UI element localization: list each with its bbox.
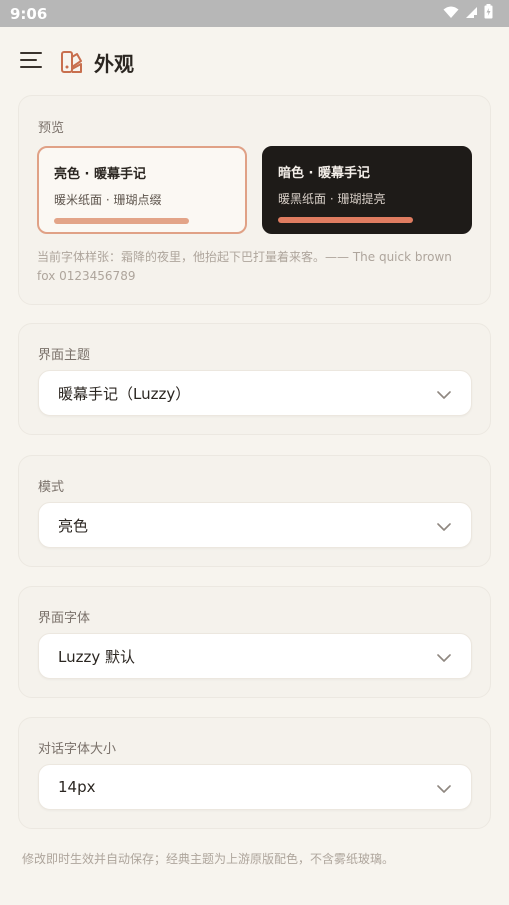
theme-label: 界面主题 — [38, 348, 91, 363]
mode-label: 模式 — [38, 480, 65, 495]
light-theme-preview[interactable]: 亮色 · 暖幕手记 暖米纸面 · 珊瑚点缀 — [37, 146, 247, 234]
mode-setting-card: 模式 亮色 — [18, 455, 491, 567]
ui-font-select-value: Luzzy 默认 — [58, 647, 135, 666]
theme-select[interactable]: 暖幕手记（Luzzy） — [38, 370, 472, 416]
footer-note: 修改即时生效并自动保存；经典主题为上游原版配色，不含雾纸玻璃。 — [22, 852, 395, 866]
status-icons — [443, 4, 493, 23]
light-preview-subtitle: 暖米纸面 · 珊瑚点缀 — [54, 193, 162, 207]
chat-font-size-select[interactable]: 14px — [38, 764, 472, 810]
wifi-icon — [443, 4, 459, 23]
mode-select[interactable]: 亮色 — [38, 502, 472, 548]
palette-icon — [60, 50, 84, 74]
ui-font-label: 界面字体 — [38, 611, 91, 626]
ui-font-setting-card: 界面字体 Luzzy 默认 — [18, 586, 491, 698]
ui-font-select[interactable]: Luzzy 默认 — [38, 633, 472, 679]
chevron-down-icon — [437, 647, 451, 666]
menu-button[interactable] — [20, 50, 44, 74]
theme-select-value: 暖幕手记（Luzzy） — [58, 384, 191, 403]
chat-font-size-label: 对话字体大小 — [38, 742, 117, 757]
signal-icon — [465, 4, 478, 23]
chevron-down-icon — [437, 778, 451, 797]
font-sample-text: 当前字体样张：霜降的夜里，他抬起下巴打量着来客。—— The quick bro… — [37, 250, 452, 283]
chevron-down-icon — [437, 516, 451, 535]
page-title: 外观 — [94, 51, 134, 76]
menu-icon — [20, 51, 42, 73]
dark-theme-preview[interactable]: 暗色 · 暖幕手记 暖黑纸面 · 珊瑚提亮 — [262, 146, 472, 234]
chat-font-size-select-value: 14px — [58, 778, 96, 796]
chevron-down-icon — [437, 384, 451, 403]
dark-preview-accent-bar — [278, 217, 413, 223]
light-preview-title: 亮色 · 暖幕手记 — [54, 167, 146, 182]
theme-setting-card: 界面主题 暖幕手记（Luzzy） — [18, 323, 491, 435]
mode-select-value: 亮色 — [58, 516, 89, 535]
dark-preview-title: 暗色 · 暖幕手记 — [278, 166, 370, 181]
preview-label: 预览 — [38, 121, 65, 136]
battery-icon — [484, 4, 493, 23]
status-bar: 9:06 — [0, 0, 509, 27]
chat-font-size-setting-card: 对话字体大小 14px — [18, 717, 491, 829]
light-preview-accent-bar — [54, 218, 189, 224]
dark-preview-subtitle: 暖黑纸面 · 珊瑚提亮 — [278, 192, 386, 206]
app-header: 外观 — [0, 27, 509, 97]
status-time: 9:06 — [10, 4, 48, 23]
preview-card: 预览 亮色 · 暖幕手记 暖米纸面 · 珊瑚点缀 暗色 · 暖幕手记 暖黑纸面 … — [18, 95, 491, 305]
